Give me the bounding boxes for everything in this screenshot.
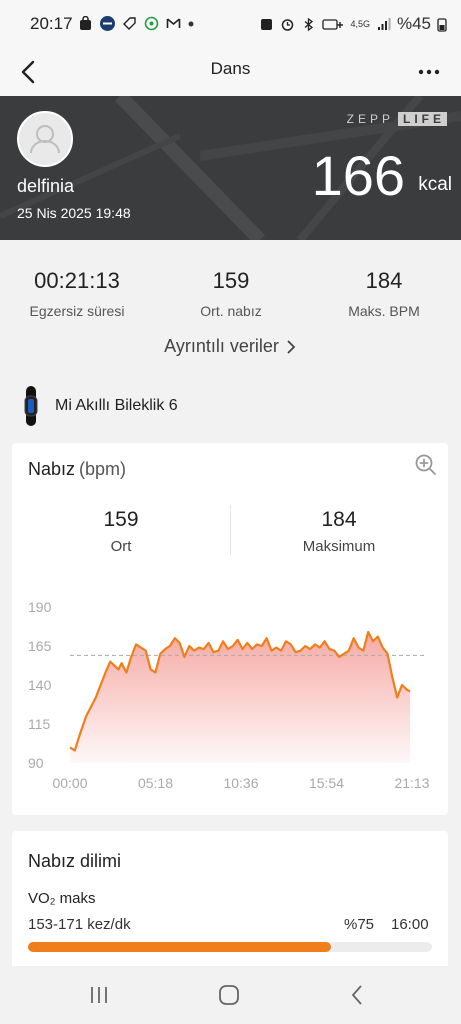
page-title: Dans: [210, 59, 251, 78]
zone-range: 153-171 kez/dk: [28, 916, 131, 933]
signal-icon: [377, 17, 391, 30]
zepp-life-logo: ZEPP LIFE: [347, 112, 447, 126]
back-icon[interactable]: [343, 980, 373, 1010]
heart-rate-card: Nabız (bpm) 159 Ort 184 Maksimum 190 165 14…: [12, 443, 448, 815]
zone-title: Nabız dilimi: [28, 851, 122, 871]
detailed-data-link[interactable]: Ayrıntılı veriler: [0, 336, 461, 357]
avatar[interactable]: [17, 111, 73, 167]
x-tick-label: 10:36: [223, 775, 258, 791]
username: delfinia: [17, 176, 75, 196]
status-bar: 20:17 4,5G %45: [0, 0, 461, 48]
y-tick-label: 90: [28, 755, 44, 771]
brand-life: LIFE: [398, 112, 447, 126]
system-nav-bar: [0, 966, 461, 1024]
hd-plus-icon: [322, 18, 344, 30]
workout-datetime: 25 Nis 2025 19:48: [17, 205, 131, 221]
network-type: 4,5G: [350, 19, 370, 29]
mavi-app-icon: [100, 16, 115, 31]
zone-progress-fill: [28, 942, 331, 952]
battery-icon: [437, 17, 447, 32]
stat-label: Ort. nabız: [200, 303, 262, 319]
zone-percent: %75: [344, 916, 375, 933]
zone-progress-track: [28, 942, 432, 952]
stat-avg-hr: 159 Ort. nabız: [154, 268, 308, 319]
heart-rate-unit: (bpm): [79, 459, 127, 479]
x-tick-label: 05:18: [138, 775, 173, 791]
heart-rate-title-text: Nabız: [28, 459, 76, 479]
workout-stats: 00:21:13 Egzersiz süresi 159 Ort. nabız …: [0, 240, 461, 372]
detailed-data-label: Ayrıntılı veriler: [164, 336, 279, 356]
device-row[interactable]: Mi Akıllı Bileklik 6: [0, 380, 461, 430]
heart-rate-chart: 190 165 140 115 90 00:00 05:18 10:36 15:54 21:13: [28, 599, 430, 791]
x-tick-label: 00:00: [52, 775, 87, 791]
stat-value: 159: [212, 268, 250, 293]
home-icon[interactable]: [214, 980, 244, 1010]
alarm-icon: [282, 18, 294, 31]
status-time: 20:17: [30, 14, 73, 33]
device-name: Mi Akıllı Bileklik 6: [55, 397, 178, 414]
hr-max-value: 184: [321, 508, 357, 531]
shopping-bag-icon: [80, 16, 91, 30]
calories-unit: kcal: [418, 174, 452, 195]
calories-value: 166: [311, 144, 405, 207]
gmail-icon: [166, 18, 181, 28]
heart-rate-zone-card: Nabız dilimi VO₂ maks 153-171 kez/dk %75…: [12, 831, 448, 971]
y-tick-label: 190: [28, 599, 52, 615]
notification-icon: [261, 18, 273, 30]
zone-time: 16:00: [391, 916, 429, 933]
whatsapp-icon: [144, 16, 159, 31]
stat-max-bpm: 184 Maks. BPM: [307, 268, 461, 319]
stat-value: 00:21:13: [34, 268, 120, 293]
heart-rate-title: Nabız (bpm): [28, 459, 126, 480]
brand-zepp: ZEPP: [346, 112, 394, 126]
stat-duration: 00:21:13 Egzersiz süresi: [0, 268, 154, 319]
zoom-in-icon[interactable]: [414, 453, 438, 477]
stat-label: Maks. BPM: [348, 303, 420, 319]
app-bar: Dans: [0, 48, 461, 96]
dot-icon: [188, 21, 194, 26]
y-tick-label: 115: [28, 716, 51, 732]
y-tick-label: 165: [28, 638, 52, 654]
user-icon: [30, 125, 60, 154]
battery-percent: %45: [396, 14, 431, 33]
y-tick-label: 140: [28, 677, 52, 693]
bluetooth-icon: [305, 17, 314, 31]
hr-average-value: 159: [103, 508, 139, 531]
hr-average-label: Ort: [110, 538, 132, 555]
smart-band-icon: [24, 386, 38, 426]
hr-area: [70, 632, 411, 763]
stat-label: Egzersiz süresi: [29, 303, 125, 319]
x-tick-label: 21:13: [394, 775, 429, 791]
workout-summary-banner: delfinia 25 Nis 2025 19:48 ZEPP LIFE 166…: [0, 96, 461, 240]
zone-name: VO₂ maks: [28, 890, 96, 907]
more-icon[interactable]: [411, 54, 447, 90]
recent-apps-icon[interactable]: [84, 980, 114, 1010]
hr-max-label: Maksimum: [302, 538, 376, 555]
chevron-right-icon: [287, 340, 296, 354]
tag-icon: [123, 17, 136, 30]
stat-value: 184: [365, 268, 403, 293]
x-tick-label: 15:54: [309, 775, 344, 791]
